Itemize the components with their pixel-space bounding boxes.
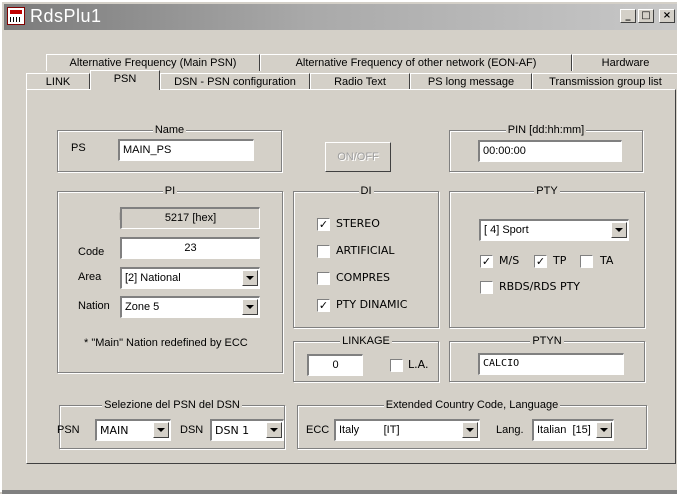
psn-select-value: MAIN bbox=[100, 424, 129, 437]
ps-label: PS bbox=[71, 142, 86, 154]
artificial-label: ARTIFICIAL bbox=[336, 244, 395, 257]
code-label: Code bbox=[78, 246, 105, 258]
pi-group: PI PI 5217 [hex] Code 23 Area [2] Nation… bbox=[57, 185, 283, 373]
nation-label: Nation bbox=[78, 300, 110, 312]
ps-input[interactable]: MAIN_PS bbox=[118, 139, 254, 161]
linkage-group-legend: LINKAGE bbox=[340, 335, 392, 347]
pin-input[interactable]: 00:00:00 bbox=[478, 140, 622, 162]
artificial-checkbox[interactable] bbox=[317, 245, 330, 258]
pi-value: 5217 [hex] bbox=[164, 212, 217, 224]
di-group: DI ✓ STEREO ARTIFICIAL COMPRES ✓ PTY DIN… bbox=[293, 185, 439, 328]
tab-alternative-frequency-main-psn[interactable]: Alternative Frequency (Main PSN) bbox=[46, 54, 260, 71]
maximize-button[interactable]: □ bbox=[638, 9, 654, 23]
ecc-group-legend: Extended Country Code, Language bbox=[383, 399, 561, 411]
nation-dropdown-arrow-icon[interactable] bbox=[242, 299, 258, 315]
ecc-select[interactable]: Italy [IT] bbox=[334, 419, 480, 441]
dsn-select-value: DSN 1 bbox=[215, 424, 250, 437]
tab-hardware[interactable]: Hardware bbox=[572, 54, 677, 71]
tab-dsn-psn-configuration[interactable]: DSN - PSN configuration bbox=[160, 73, 310, 90]
ptyn-group: PTYN CALCIO bbox=[449, 335, 645, 382]
tab-link[interactable]: LINK bbox=[26, 73, 90, 90]
area-select-value: [2] National bbox=[125, 272, 181, 284]
ptyn-group-legend: PTYN bbox=[530, 335, 564, 347]
compres-checkbox[interactable] bbox=[317, 272, 330, 285]
app-window: RdsPlu1 _ □ × Alternative Frequency (Mai… bbox=[0, 0, 677, 494]
tab-radio-text[interactable]: Radio Text bbox=[310, 73, 410, 90]
rbds-checkbox[interactable] bbox=[480, 281, 493, 294]
pty-group: PTY [ 4] Sport ✓ M/S ✓ TP TA RBDS/RDS PT… bbox=[449, 185, 645, 328]
pty-group-legend: PTY bbox=[534, 185, 560, 197]
rbds-label: RBDS/RDS PTY bbox=[499, 280, 581, 293]
stereo-checkbox[interactable]: ✓ bbox=[317, 218, 330, 231]
selezione-group-legend: Selezione del PSN del DSN bbox=[102, 399, 242, 411]
selezione-psn-dsn-group: Selezione del PSN del DSN PSN MAIN DSN D… bbox=[57, 399, 285, 449]
psn-select[interactable]: MAIN bbox=[95, 419, 171, 441]
window-bottom-border bbox=[2, 490, 677, 494]
pty-dropdown-arrow-icon[interactable] bbox=[611, 222, 627, 238]
psn-dropdown-arrow-icon[interactable] bbox=[153, 422, 169, 438]
psn-tab-panel: Name PS MAIN_PS ON/OFF PIN [dd:hh:mm] 00… bbox=[26, 89, 676, 464]
area-dropdown-arrow-icon[interactable] bbox=[242, 270, 258, 286]
la-checkbox[interactable] bbox=[390, 359, 403, 372]
tab-transmission-group-list[interactable]: Transmission group list bbox=[532, 73, 677, 90]
la-label: L.A. bbox=[408, 358, 429, 371]
pty-dinamic-checkbox[interactable]: ✓ bbox=[317, 299, 330, 312]
di-group-legend: DI bbox=[358, 185, 374, 197]
pi-value-field: 5217 [hex] bbox=[120, 207, 260, 229]
tp-label: TP bbox=[553, 254, 567, 267]
pty-dinamic-label: PTY DINAMIC bbox=[336, 298, 408, 311]
ta-label: TA bbox=[600, 254, 614, 267]
ms-checkbox[interactable]: ✓ bbox=[480, 255, 493, 268]
psn-label: PSN bbox=[57, 424, 80, 436]
nation-note: * "Main" Nation redefined by ECC bbox=[84, 337, 248, 349]
title-bar[interactable]: RdsPlu1 _ □ × bbox=[4, 4, 677, 30]
tab-ps-long-message[interactable]: PS long message bbox=[410, 73, 532, 90]
compres-label: COMPRES bbox=[336, 271, 391, 284]
nation-select[interactable]: Zone 5 bbox=[120, 296, 260, 318]
tp-checkbox[interactable]: ✓ bbox=[534, 255, 547, 268]
dsn-select[interactable]: DSN 1 bbox=[210, 419, 284, 441]
ptyn-input[interactable]: CALCIO bbox=[478, 353, 624, 375]
linkage-input[interactable]: 0 bbox=[307, 354, 363, 376]
window-title: RdsPlu1 bbox=[30, 6, 102, 26]
app-icon[interactable] bbox=[7, 7, 25, 25]
minimize-button[interactable]: _ bbox=[620, 9, 636, 23]
language-select[interactable]: Italian [15] bbox=[532, 419, 614, 441]
ta-checkbox[interactable] bbox=[580, 255, 593, 268]
language-select-value: Italian [15] bbox=[537, 424, 591, 436]
dsn-label: DSN bbox=[180, 424, 204, 436]
tab-psn[interactable]: PSN bbox=[90, 70, 160, 90]
linkage-group: LINKAGE 0 L.A. bbox=[293, 335, 439, 382]
ms-label: M/S bbox=[499, 254, 520, 267]
dsn-dropdown-arrow-icon[interactable] bbox=[266, 422, 282, 438]
ecc-dropdown-arrow-icon[interactable] bbox=[462, 422, 478, 438]
on-off-button[interactable]: ON/OFF bbox=[325, 142, 391, 172]
close-button[interactable]: × bbox=[659, 9, 675, 23]
stereo-label: STEREO bbox=[336, 217, 380, 230]
pty-select[interactable]: [ 4] Sport bbox=[479, 219, 629, 241]
ecc-label: ECC bbox=[306, 424, 330, 436]
lang-label: Lang. bbox=[496, 424, 524, 436]
code-input[interactable]: 23 bbox=[120, 237, 260, 259]
area-label: Area bbox=[78, 271, 102, 283]
tab-alternative-frequency-eon[interactable]: Alternative Frequency of other network (… bbox=[260, 54, 572, 71]
nation-select-value: Zone 5 bbox=[125, 301, 160, 313]
pin-group-legend: PIN [dd:hh:mm] bbox=[505, 124, 587, 136]
ecc-select-value: Italy [IT] bbox=[339, 424, 400, 436]
language-dropdown-arrow-icon[interactable] bbox=[596, 422, 612, 438]
pty-select-value: [ 4] Sport bbox=[484, 224, 529, 236]
area-select[interactable]: [2] National bbox=[120, 267, 260, 289]
name-group-legend: Name bbox=[152, 124, 187, 136]
extended-country-code-group: Extended Country Code, Language ECC Ital… bbox=[297, 399, 647, 449]
pin-group: PIN [dd:hh:mm] 00:00:00 bbox=[449, 124, 643, 172]
pi-group-legend: PI bbox=[162, 185, 178, 197]
name-group: Name PS MAIN_PS bbox=[57, 124, 282, 172]
